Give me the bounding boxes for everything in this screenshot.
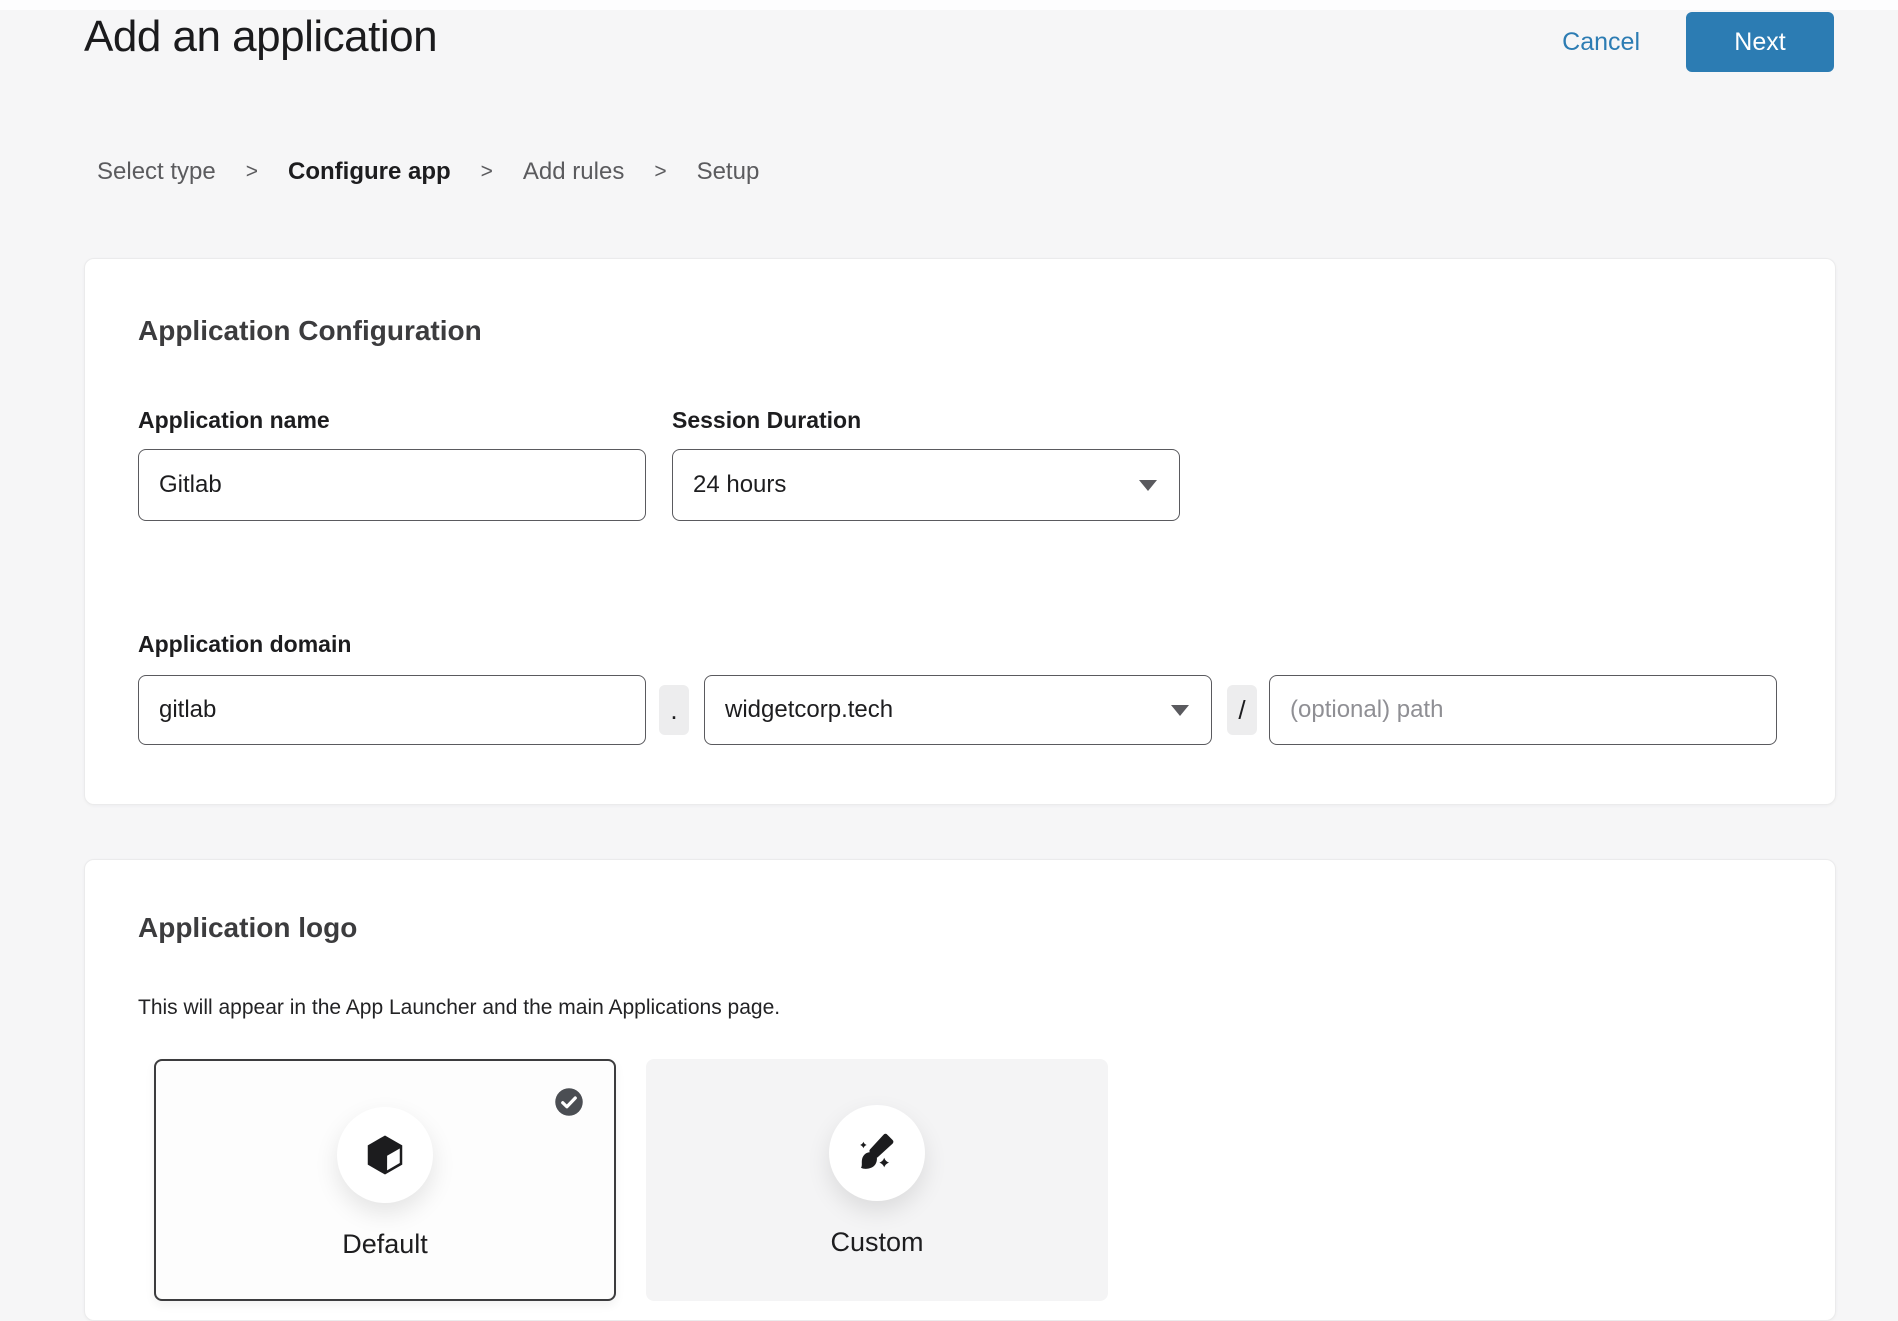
page: { "header": { "title": "Add an applicati… — [0, 0, 1898, 1260]
section-title-application-configuration: Application Configuration — [138, 315, 482, 347]
section-title-application-logo: Application logo — [138, 912, 357, 944]
next-button[interactable]: Next — [1686, 12, 1834, 72]
breadcrumb-step-add-rules[interactable]: Add rules — [523, 158, 624, 186]
logo-option-custom[interactable]: Custom — [646, 1059, 1108, 1301]
breadcrumb-separator: > — [654, 160, 666, 184]
session-duration-select[interactable]: 24 hours — [672, 449, 1180, 521]
default-logo-circle — [337, 1107, 433, 1203]
application-domain-label: Application domain — [138, 631, 351, 658]
paintbrush-icon — [853, 1129, 901, 1177]
subdomain-input[interactable] — [138, 675, 646, 745]
application-configuration-card: Application Configuration Application na… — [84, 258, 1836, 805]
session-duration-value: 24 hours — [693, 471, 786, 499]
custom-logo-circle — [829, 1105, 925, 1201]
logo-option-default-label: Default — [156, 1229, 614, 1260]
application-name-input[interactable] — [138, 449, 646, 521]
breadcrumb-step-select-type[interactable]: Select type — [97, 158, 216, 186]
domain-select-value: widgetcorp.tech — [725, 696, 893, 724]
slash-separator: / — [1227, 685, 1257, 735]
chevron-down-icon — [1171, 705, 1189, 716]
domain-select[interactable]: widgetcorp.tech — [704, 675, 1212, 745]
path-input[interactable] — [1269, 675, 1777, 745]
breadcrumb-step-setup[interactable]: Setup — [697, 158, 760, 186]
check-icon — [554, 1087, 584, 1117]
breadcrumb: Select type > Configure app > Add rules … — [97, 158, 759, 186]
top-strip — [0, 0, 1898, 10]
cancel-button[interactable]: Cancel — [1562, 28, 1640, 57]
cube-icon — [362, 1132, 408, 1178]
dot-separator: . — [659, 685, 689, 735]
breadcrumb-step-configure-app[interactable]: Configure app — [288, 158, 451, 186]
breadcrumb-separator: > — [246, 160, 258, 184]
page-title: Add an application — [84, 12, 437, 62]
chevron-down-icon — [1139, 480, 1157, 491]
header-actions: Cancel Next — [1562, 12, 1834, 72]
logo-option-custom-label: Custom — [646, 1227, 1108, 1258]
application-name-label: Application name — [138, 407, 330, 434]
logo-option-default[interactable]: Default — [154, 1059, 616, 1301]
application-logo-description: This will appear in the App Launcher and… — [138, 996, 780, 1020]
application-logo-card: Application logo This will appear in the… — [84, 859, 1836, 1321]
breadcrumb-separator: > — [481, 160, 493, 184]
session-duration-label: Session Duration — [672, 407, 861, 434]
